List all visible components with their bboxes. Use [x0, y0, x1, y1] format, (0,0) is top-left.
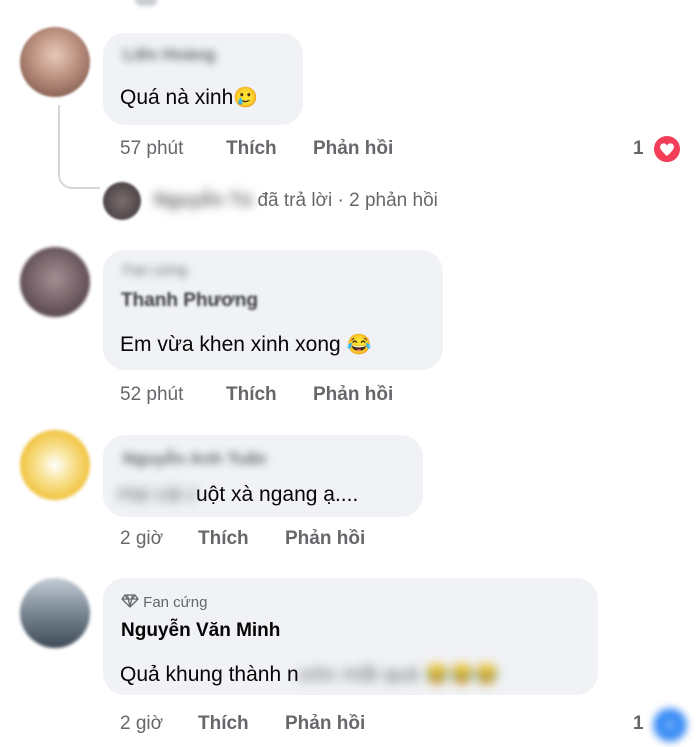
avatar[interactable]: [20, 430, 90, 500]
comment-text: Quá nà xinh🥲: [120, 86, 259, 109]
comment-bubble: Fan cứng Thanh Phương Em vừa khen xinh x…: [103, 250, 443, 370]
love-reaction-icon[interactable]: [652, 134, 682, 164]
fan-badge-label: Fan cứng: [143, 594, 208, 611]
replies-summary[interactable]: Nguyễn Tú đã trả lời · 2 phản hồi: [154, 190, 438, 212]
comment-text-blurred: ước mắt quá: [298, 663, 419, 686]
reply-author: Nguyễn Tú: [154, 190, 253, 211]
like-reaction-icon[interactable]: [650, 705, 690, 745]
cropped-top-element: [135, 0, 157, 6]
laughing-emoji-icon: 😂😂😂: [424, 664, 500, 686]
comment-author[interactable]: Liên Hoàng: [123, 45, 216, 65]
comment-time[interactable]: 57 phút: [120, 138, 183, 160]
reply-avatar[interactable]: [103, 182, 141, 220]
avatar[interactable]: [20, 578, 90, 648]
fan-badge: Fan cứng: [121, 594, 207, 611]
comment-text: Quả khung thành nước mắt quá 😂😂😂: [120, 663, 500, 686]
diamond-icon: [121, 594, 139, 608]
comment-bubble: Nguyễn Anh Tuấn Hai cái đáuột xà ngang ạ…: [103, 435, 423, 517]
like-button[interactable]: Thích: [226, 138, 277, 160]
comment-author[interactable]: Nguyễn Anh Tuấn: [123, 449, 267, 469]
comment-text: Hai cái đáuột xà ngang ạ....: [118, 483, 359, 506]
comment-text-blurred: Hai cái đá: [118, 483, 196, 506]
comment-bubble: Liên Hoàng Quá nà xinh🥲: [103, 33, 303, 125]
comment-bubble: Fan cứng Nguyễn Văn Minh Quả khung thành…: [103, 578, 598, 695]
comment-time[interactable]: 2 giờ: [120, 528, 163, 550]
reaction-count[interactable]: 1: [633, 713, 644, 735]
like-button[interactable]: Thích: [226, 384, 277, 406]
comment-text: Em vừa khen xinh xong 😂: [120, 333, 372, 356]
reply-button[interactable]: Phản hồi: [285, 713, 365, 735]
like-button[interactable]: Thích: [198, 713, 249, 735]
thread-connector: [58, 105, 100, 189]
cry-smile-emoji-icon: 🥲: [233, 87, 259, 109]
like-button[interactable]: Thích: [198, 528, 249, 550]
comment-author[interactable]: Thanh Phương: [121, 290, 258, 312]
avatar[interactable]: [20, 247, 90, 317]
comment-time[interactable]: 52 phút: [120, 384, 183, 406]
reply-button[interactable]: Phản hồi: [285, 528, 365, 550]
laughing-emoji-icon: 😂: [346, 334, 372, 356]
fan-badge: Fan cứng: [123, 262, 188, 279]
comment-time[interactable]: 2 giờ: [120, 713, 163, 735]
reply-button[interactable]: Phản hồi: [313, 384, 393, 406]
comment-author[interactable]: Nguyễn Văn Minh: [121, 620, 280, 642]
replies-summary-text: đã trả lời · 2 phản hồi: [257, 190, 438, 211]
avatar[interactable]: [20, 27, 90, 97]
reply-button[interactable]: Phản hồi: [313, 138, 393, 160]
reaction-count[interactable]: 1: [633, 138, 644, 160]
